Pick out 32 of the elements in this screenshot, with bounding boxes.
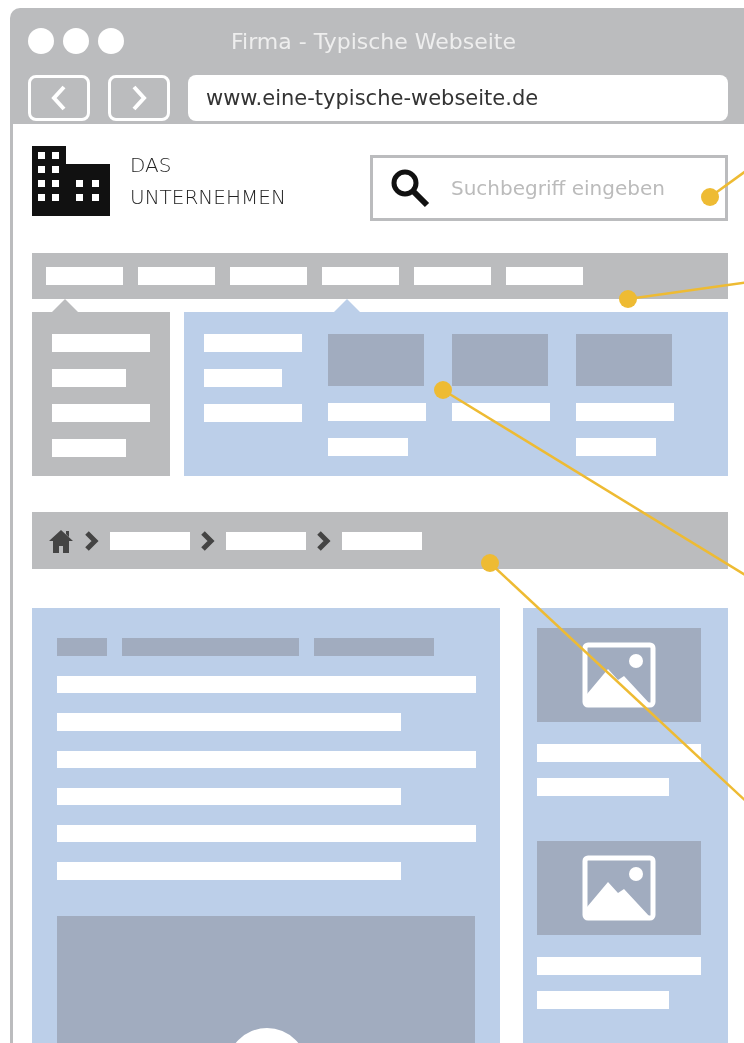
chevron-right-icon (200, 529, 216, 552)
company-name: DAS UNTERNEHMEN (130, 152, 286, 211)
image-icon (582, 642, 656, 708)
breadcrumb-placeholder[interactable] (110, 531, 190, 550)
window-control-icon[interactable] (63, 28, 89, 54)
window-control-icon[interactable] (98, 28, 124, 54)
menu-item-placeholder[interactable] (52, 334, 150, 352)
breadcrumb-placeholder[interactable] (342, 531, 422, 550)
menu-item-placeholder[interactable] (414, 267, 491, 285)
breadcrumb-placeholder[interactable] (226, 531, 306, 550)
menu-item-placeholder[interactable] (506, 267, 583, 285)
chevron-right-icon (84, 529, 100, 552)
image-icon (582, 855, 656, 921)
menu-item-placeholder[interactable] (230, 267, 307, 285)
window-control-icon[interactable] (28, 28, 54, 54)
menu-item-placeholder[interactable] (204, 404, 302, 422)
menu-item-placeholder[interactable] (204, 334, 302, 352)
menu-item-placeholder[interactable] (52, 404, 150, 422)
heading-placeholder (57, 638, 107, 656)
menu-item-placeholder[interactable] (52, 439, 126, 457)
forward-button[interactable] (108, 75, 170, 121)
menu-item-placeholder[interactable] (138, 267, 215, 285)
menu-item-placeholder[interactable] (52, 369, 126, 387)
back-button[interactable] (28, 75, 90, 121)
menu-item-placeholder[interactable] (204, 369, 283, 387)
address-bar[interactable]: www.eine-typische-webseite.de (188, 75, 728, 121)
menu-item-placeholder[interactable] (322, 267, 399, 285)
search-field[interactable]: Suchbegriff eingeben (370, 155, 728, 221)
home-icon[interactable] (48, 527, 74, 554)
building-icon (32, 146, 110, 216)
chevron-right-icon (316, 529, 332, 552)
menu-item-placeholder[interactable] (46, 267, 123, 285)
